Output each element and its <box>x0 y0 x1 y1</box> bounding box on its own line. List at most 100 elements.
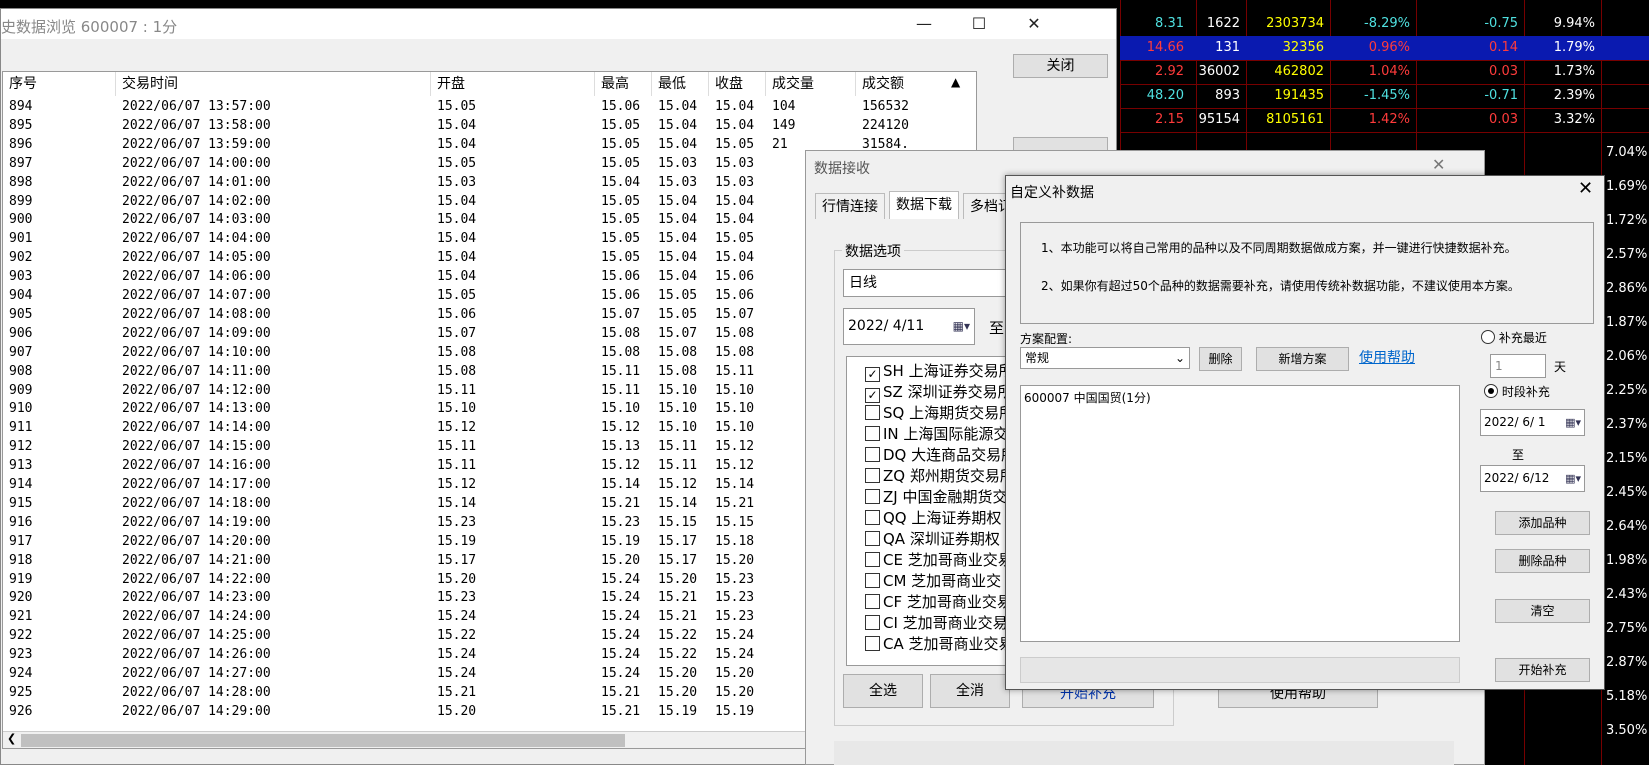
market-checkbox-item[interactable]: QA 深圳证券期权 <box>865 528 1000 550</box>
market-checkbox-item[interactable]: ZJ 中国金融期货交 <box>865 486 1007 508</box>
column-header[interactable]: 最低 <box>652 72 709 96</box>
column-header[interactable]: 成交量 <box>766 72 856 96</box>
table-cell: 15.23 <box>715 571 755 587</box>
market-checkbox-item[interactable]: CM 芝加哥商业交 <box>865 570 1001 592</box>
column-header[interactable]: 开盘 <box>431 72 595 96</box>
instrument-list[interactable]: 600007 中国国贸(1分) <box>1020 385 1460 642</box>
stock-row[interactable]: 8.31 1622 2303734 -8.29% -0.75 9.94% <box>1120 12 1649 36</box>
maximize-icon[interactable]: ☐ <box>956 9 1002 39</box>
table-cell: 15.05 <box>658 306 698 322</box>
date-from-picker[interactable]: 2022/ 4/11 ▦▾ <box>843 308 975 345</box>
minimize-icon[interactable]: — <box>901 9 947 39</box>
receive-close-icon[interactable]: ✕ <box>1432 155 1445 174</box>
table-cell: 2022/06/07 14:07:00 <box>122 288 271 303</box>
checkbox-icon[interactable] <box>865 531 880 546</box>
checkbox-icon[interactable] <box>865 489 880 504</box>
chevron-down-icon[interactable]: ⌄ <box>1175 348 1185 368</box>
checkbox-icon[interactable] <box>865 594 880 609</box>
table-cell: 2022/06/07 14:15:00 <box>122 439 271 455</box>
scheme-delete-button[interactable]: 删除 <box>1199 347 1242 371</box>
recent-days-input[interactable]: 1 <box>1490 354 1546 378</box>
scheme-select[interactable]: 常规 ⌄ <box>1020 347 1190 369</box>
stock-row[interactable]: 14.66 131 32356 0.96% 0.14 1.79% <box>1120 36 1649 60</box>
new-scheme-button[interactable]: 新增方案 <box>1256 347 1349 371</box>
market-checklist: ✓ SH 上海证券交易所 ✓ SZ 深圳证券交易所 SQ 上海期货交易所 IN 上海国际能… <box>846 356 1016 666</box>
scrollbar-thumb[interactable] <box>21 734 625 747</box>
clear-button[interactable]: 清空 <box>1495 599 1590 623</box>
tab-data-download[interactable]: 数据下载 <box>889 191 959 219</box>
checkbox-icon[interactable] <box>865 615 880 630</box>
add-instrument-button[interactable]: 添加品种 <box>1495 511 1590 535</box>
calendar-icon[interactable]: ▦▾ <box>1565 410 1581 435</box>
tab-market-connect[interactable]: 行情连接 <box>815 193 885 219</box>
custom-close-icon[interactable]: ✕ <box>1578 178 1593 199</box>
select-all-button[interactable]: 全选 <box>843 674 923 708</box>
column-header[interactable]: 序号 <box>3 72 116 96</box>
period-radio[interactable]: 时段补充 <box>1484 383 1550 400</box>
market-checkbox-item[interactable]: CI 芝加哥商业交易 <box>865 612 1008 634</box>
stock-cell: 48.20 <box>1146 88 1184 103</box>
table-cell: 15.07 <box>715 306 755 322</box>
table-cell: 903 <box>9 269 33 285</box>
market-checkbox-item[interactable]: ZQ 郑州期货交易所 <box>865 465 1015 487</box>
market-checkbox-item[interactable]: CA 芝加哥商业交易 <box>865 633 1014 655</box>
scroll-left-icon[interactable]: ❮ <box>7 732 16 745</box>
table-cell: 896 <box>9 136 33 152</box>
checkbox-icon[interactable] <box>865 447 880 462</box>
table-cell: 15.24 <box>715 647 755 663</box>
period-radio-button[interactable] <box>1484 384 1498 398</box>
list-item[interactable]: 600007 中国国贸(1分) <box>1024 389 1456 406</box>
checkbox-icon[interactable] <box>865 636 880 651</box>
column-header[interactable]: 最高 <box>595 72 652 96</box>
table-cell: 15.08 <box>437 344 477 360</box>
stock-row[interactable]: 48.20 893 191435 -1.45% -0.71 2.39% <box>1120 84 1649 108</box>
checkbox-icon[interactable] <box>865 426 880 441</box>
date-start-picker[interactable]: 2022/ 6/ 1 ▦▾ <box>1480 409 1585 436</box>
checkbox-icon[interactable] <box>865 405 880 420</box>
market-checkbox-item[interactable]: CE 芝加哥商业交易 <box>865 549 1013 571</box>
stock-row[interactable]: 2.92 36002 462802 1.04% 0.03 1.73% <box>1120 60 1649 84</box>
scroll-up-icon[interactable]: ▲ <box>951 75 960 89</box>
table-cell: 15.05 <box>601 250 641 266</box>
table-cell: 15.04 <box>437 193 477 209</box>
market-checkbox-item[interactable]: QQ 上海证券期权 <box>865 507 1001 529</box>
start-custom-fill-button[interactable]: 开始补充 <box>1495 658 1590 682</box>
table-cell: 15.20 <box>437 703 477 719</box>
table-cell: 915 <box>9 495 33 511</box>
market-label: SZ 深圳证券交易所 <box>883 383 1013 401</box>
stock-row[interactable]: 2.15 95154 8105161 1.42% 0.03 3.32% <box>1120 108 1649 132</box>
remove-instrument-button[interactable]: 删除品种 <box>1495 549 1590 573</box>
close-icon[interactable]: ✕ <box>1011 9 1057 39</box>
recent-radio-button[interactable] <box>1481 330 1495 344</box>
calendar-icon[interactable]: ▦▾ <box>1565 466 1581 491</box>
table-cell: 15.04 <box>658 117 698 133</box>
table-cell: 15.04 <box>715 212 755 228</box>
checkbox-icon[interactable] <box>865 468 880 483</box>
market-checkbox-item[interactable]: SQ 上海期货交易所 <box>865 402 1014 424</box>
checkbox-icon[interactable] <box>865 573 880 588</box>
recent-radio[interactable]: 补充最近 <box>1481 329 1547 346</box>
deselect-all-button[interactable]: 全消 <box>930 674 1010 708</box>
table-row[interactable]: 894 2022/06/07 13:57:00 15.05 15.06 15.04 15.… <box>3 97 976 116</box>
market-checkbox-item[interactable]: IN 上海国际能源交 <box>865 423 1008 445</box>
market-checkbox-item[interactable]: ✓ SH 上海证券交易所 <box>865 360 1014 382</box>
table-cell: 15.05 <box>658 288 698 303</box>
market-checkbox-item[interactable]: DQ 大连商品交易所 <box>865 444 1016 466</box>
market-checkbox-item[interactable]: ✓ SZ 深圳证券交易所 <box>865 381 1013 403</box>
date-end-picker[interactable]: 2022/ 6/12 ▦▾ <box>1480 465 1585 492</box>
checkbox-icon[interactable] <box>865 552 880 567</box>
right-pct-cell: 2.37% <box>1606 417 1648 432</box>
checkbox-icon[interactable] <box>865 510 880 525</box>
market-checkbox-item[interactable]: CF 芝加哥商业交易 <box>865 591 1012 613</box>
column-header[interactable]: 收盘 <box>709 72 766 96</box>
help-link[interactable]: 使用帮助 <box>1359 347 1415 367</box>
calendar-icon[interactable]: ▦▾ <box>953 309 970 344</box>
column-header[interactable]: 交易时间 <box>116 72 431 96</box>
checked-checkbox-icon[interactable]: ✓ <box>865 367 880 382</box>
history-close-button[interactable]: 关闭 <box>1013 54 1108 78</box>
right-pct-cell: 3.50% <box>1606 723 1648 738</box>
table-cell: 900 <box>9 212 33 228</box>
table-row[interactable]: 895 2022/06/07 13:58:00 15.04 15.05 15.04 15.… <box>3 116 976 135</box>
table-cell: 15.07 <box>437 325 477 341</box>
checked-checkbox-icon[interactable]: ✓ <box>865 388 880 403</box>
